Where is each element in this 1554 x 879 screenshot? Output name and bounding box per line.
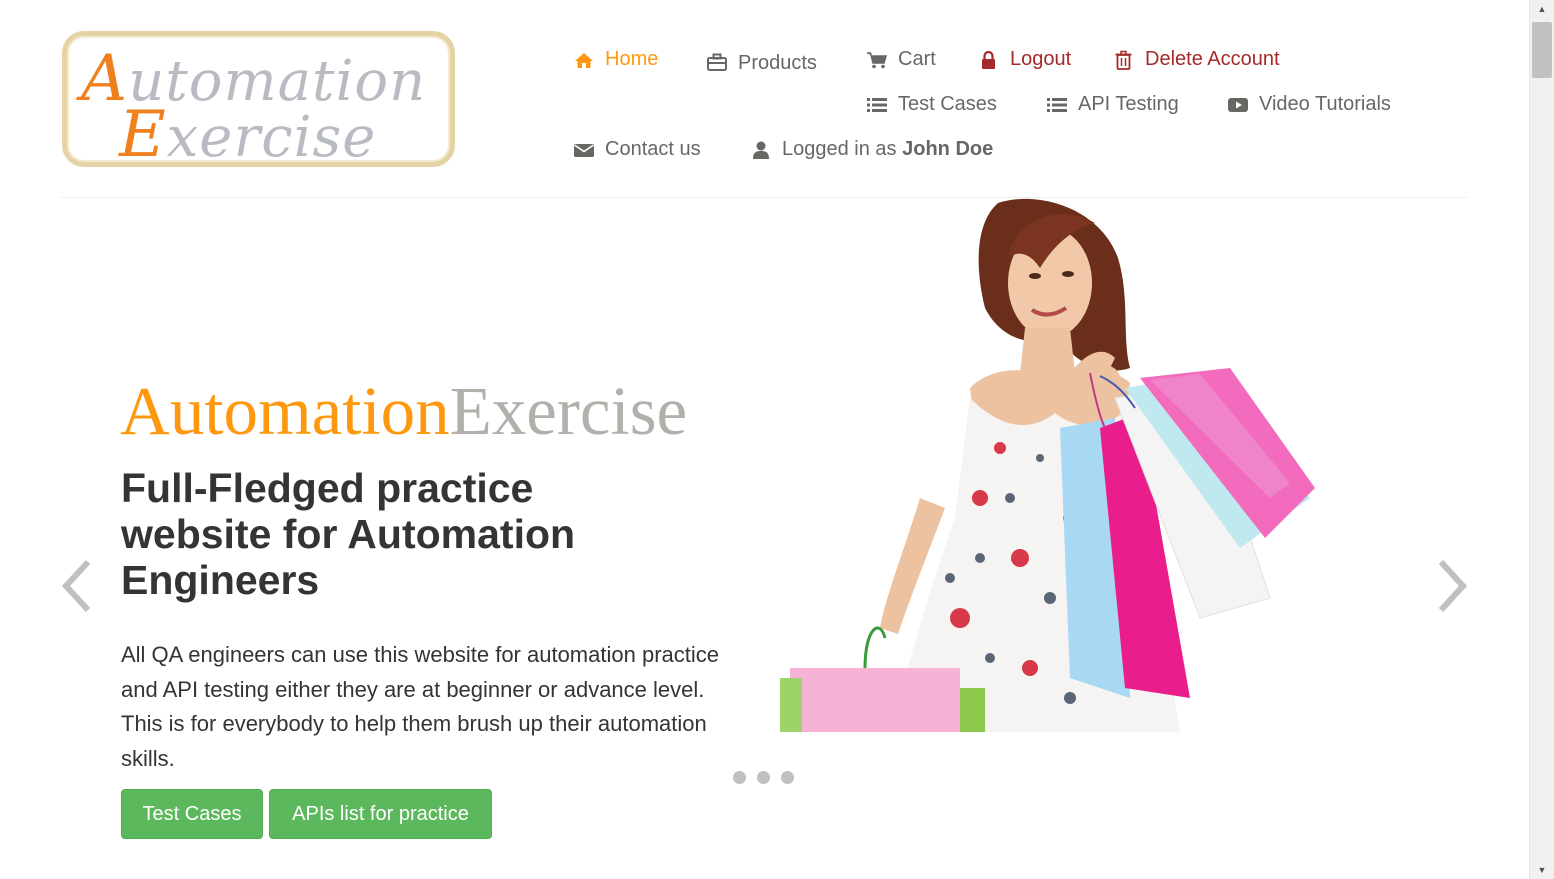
nav-contact-us-label: Contact us xyxy=(605,138,701,160)
slider-description: All QA engineers can use this website fo… xyxy=(121,642,719,771)
nav-logout-label: Logout xyxy=(1010,48,1072,70)
envelope-icon xyxy=(574,143,594,157)
nav-test-cases-label: Test Cases xyxy=(898,93,997,115)
nav-api-testing[interactable]: API Testing xyxy=(1046,93,1179,116)
logged-in-prefix: Logged in as xyxy=(782,138,897,160)
nav-logged-in-user[interactable]: Logged in as John Doe xyxy=(750,138,993,161)
scroll-up-arrow-icon[interactable]: ▲ xyxy=(1530,0,1554,18)
nav-video-tutorials-label: Video Tutorials xyxy=(1259,93,1391,115)
shopping-cart-icon xyxy=(867,51,887,68)
nav-delete-account-label: Delete Account xyxy=(1145,48,1280,70)
scroll-thumb[interactable] xyxy=(1532,22,1552,78)
nav-test-cases[interactable]: Test Cases xyxy=(866,93,997,116)
nav-cart[interactable]: Cart xyxy=(866,48,936,71)
user-icon xyxy=(753,141,769,159)
slider-headline: Full-Fledged practice website for Automa… xyxy=(121,465,576,603)
lock-icon xyxy=(982,50,995,69)
nav-cart-label: Cart xyxy=(898,48,936,70)
slider-prev-chevron-left-icon[interactable] xyxy=(58,556,98,616)
brand-part-1: Automation xyxy=(120,373,450,449)
nav-video-tutorials[interactable]: Video Tutorials xyxy=(1227,93,1391,116)
nav-home[interactable]: Home xyxy=(573,48,658,71)
youtube-play-icon xyxy=(1228,97,1248,112)
logged-in-username: John Doe xyxy=(902,138,994,160)
carousel-dot[interactable] xyxy=(757,771,770,784)
logged-in-text: Logged in as John Doe xyxy=(782,138,993,161)
apis-list-button[interactable]: APIs list for practice xyxy=(269,789,492,839)
trash-icon xyxy=(1115,50,1132,70)
logo-text: xercise xyxy=(166,105,377,170)
carousel-indicators xyxy=(733,771,794,784)
list-icon xyxy=(1047,97,1067,112)
hero-image-shopping-woman xyxy=(780,198,1315,732)
logo-letter: E xyxy=(119,98,167,172)
brand-part-2: Exercise xyxy=(449,373,688,449)
carousel-dot[interactable] xyxy=(781,771,794,784)
nav-products-label: Products xyxy=(738,52,817,74)
nav-api-testing-label: API Testing xyxy=(1078,93,1179,115)
site-logo[interactable]: Automation Exercise xyxy=(62,31,455,172)
home-icon xyxy=(575,52,593,68)
vertical-scrollbar[interactable]: ▲ ▼ xyxy=(1529,0,1554,879)
scroll-down-arrow-icon[interactable]: ▼ xyxy=(1530,861,1554,879)
nav-contact-us[interactable]: Contact us xyxy=(573,138,701,161)
briefcase-icon xyxy=(707,53,727,71)
nav-logout[interactable]: Logout xyxy=(978,48,1071,71)
carousel-dot[interactable] xyxy=(733,771,746,784)
nav-delete-account[interactable]: Delete Account xyxy=(1113,48,1280,71)
list-icon xyxy=(867,97,887,112)
page: Automation Exercise Home Products Cart L… xyxy=(0,0,1529,879)
slider-brand-title: AutomationExercise xyxy=(120,372,687,451)
nav-home-label: Home xyxy=(605,48,659,70)
logo-line-2: Exercise xyxy=(119,98,376,172)
nav-products[interactable]: Products xyxy=(706,48,817,75)
slider-next-chevron-right-icon[interactable] xyxy=(1433,556,1473,616)
test-cases-button[interactable]: Test Cases xyxy=(121,789,263,839)
